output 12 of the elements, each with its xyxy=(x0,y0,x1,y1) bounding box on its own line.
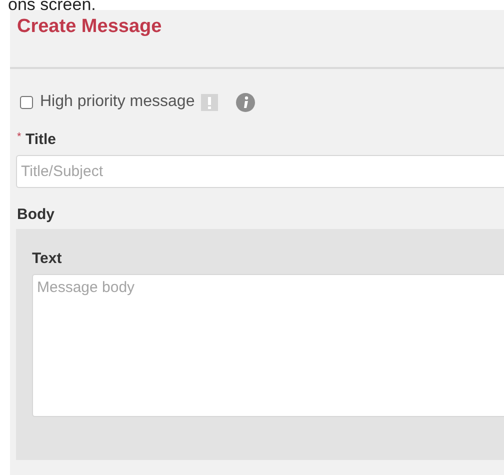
body-heading: Body xyxy=(16,205,56,225)
text-label: Text xyxy=(31,249,63,269)
priority-checkbox[interactable] xyxy=(20,96,33,108)
required-mark: * xyxy=(17,131,22,143)
priority-label: High priority message xyxy=(40,93,195,111)
title-label: Title xyxy=(25,131,56,148)
caption-text: ons screen. xyxy=(7,0,97,10)
page-title: Create Message xyxy=(17,15,163,38)
title-field[interactable]: Title/Subject xyxy=(16,155,504,188)
exclamation-icon xyxy=(200,94,218,110)
message-body-field[interactable]: Message body xyxy=(32,274,504,417)
info-icon[interactable] xyxy=(236,92,255,112)
